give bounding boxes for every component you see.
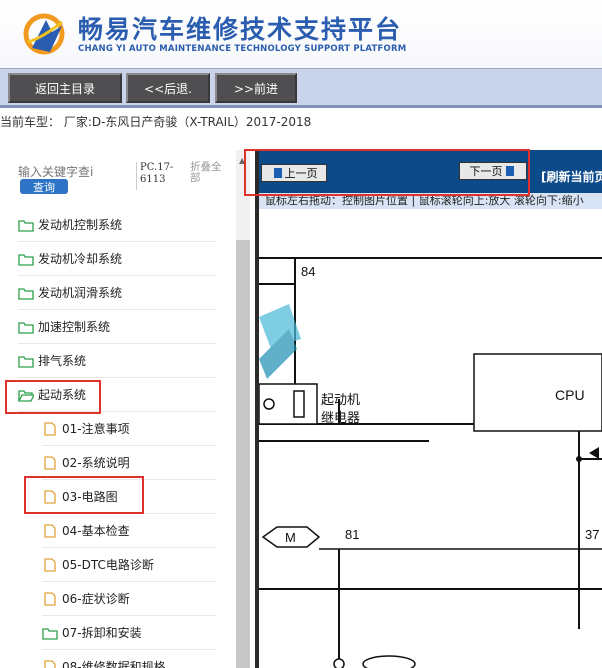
current-model-label: 当前车型： 厂家:D-东风日产奇骏（X-TRAIL）2017-2018 <box>0 115 312 129</box>
logo-icon <box>23 13 65 55</box>
document-icon <box>44 489 56 504</box>
folder-icon <box>18 355 34 368</box>
tree-child-label: 05-DTC电路诊断 <box>62 558 154 572</box>
tree-child-dtc-diagnosis[interactable]: 05-DTC电路诊断 <box>42 548 216 582</box>
tree-item-starting-system[interactable]: 起动系统 <box>18 378 216 412</box>
relay-label: 继电器 <box>321 411 360 426</box>
tree-item-label: 发动机控制系统 <box>38 218 123 232</box>
folder-icon <box>18 253 34 266</box>
tree-child-basic-inspection[interactable]: 04-基本检查 <box>42 514 216 548</box>
tree-item-engine-cooling[interactable]: 发动机冷却系统 <box>18 242 216 276</box>
wire-label: 84 <box>301 264 315 279</box>
app-header: 畅易汽车维修技术支持平台 CHANG YI AUTO MAINTENANCE T… <box>0 0 602 68</box>
refresh-page-button[interactable]: [刷新当前页 <box>541 168 602 185</box>
tree-child-label: 04-基本检查 <box>62 524 130 538</box>
relay-box <box>259 383 318 425</box>
tree-child-label: 02-系统说明 <box>62 456 130 470</box>
tree-child-system-description[interactable]: 02-系统说明 <box>42 446 216 480</box>
wire-label: 81 <box>345 527 359 542</box>
tree-child-label: 07-拆卸和安装 <box>62 626 142 640</box>
tree-item-label: 排气系统 <box>38 354 87 368</box>
arrow-right-icon <box>505 166 514 176</box>
folder-icon <box>42 627 58 640</box>
tree-child-precautions[interactable]: 01-注意事项 <box>42 412 216 446</box>
document-icon <box>44 421 56 436</box>
tree-child-label: 08-维修数据和规格 <box>62 660 166 668</box>
back-button[interactable]: <<后退. <box>126 73 210 103</box>
tree-child-symptom-diagnosis[interactable]: 06-症状诊断 <box>42 582 216 616</box>
document-icon <box>44 557 56 572</box>
document-icon <box>44 591 56 606</box>
brand-title: 畅易汽车维修技术支持平台 <box>78 15 403 44</box>
document-icon <box>44 523 56 538</box>
viewer-navigation-bar: 上一页 下一页 [刷新当前页 <box>259 150 602 193</box>
connector-label: M <box>285 530 296 545</box>
search-button[interactable]: 查询 <box>20 179 68 194</box>
folder-icon <box>18 219 34 232</box>
tree-item-label: 发动机冷却系统 <box>38 252 123 266</box>
folder-icon <box>18 321 34 334</box>
tree-child-removal-installation[interactable]: 07-拆卸和安装 <box>42 616 216 650</box>
tree-item-exhaust[interactable]: 排气系统 <box>18 344 216 378</box>
tree-item-engine-control[interactable]: 发动机控制系统 <box>18 208 216 242</box>
prev-page-label: 上一页 <box>284 167 318 180</box>
folder-icon <box>18 287 34 300</box>
tree-child-wiring-diagram[interactable]: 03-电路图 <box>42 480 216 514</box>
tree-child-label: 06-症状诊断 <box>62 592 130 606</box>
brand-subtitle: CHANG YI AUTO MAINTENANCE TECHNOLOGY SUP… <box>78 44 407 54</box>
back-to-main-button[interactable]: 返回主目录 <box>8 73 122 103</box>
collapse-all-button[interactable]: 折叠全部 <box>190 162 230 184</box>
tree-item-accelerator-control[interactable]: 加速控制系统 <box>18 310 216 344</box>
forward-button[interactable]: >>前进 <box>215 73 297 103</box>
document-icon <box>44 455 56 470</box>
pc-label: PC.17-6113 <box>140 162 174 185</box>
scroll-up-icon[interactable]: ▲ <box>239 156 245 165</box>
tree-child-label: 03-电路图 <box>62 490 118 504</box>
next-page-label: 下一页 <box>469 165 503 178</box>
divider <box>136 162 137 190</box>
prev-page-button[interactable]: 上一页 <box>261 164 327 182</box>
tree-item-engine-lubrication[interactable]: 发动机润滑系统 <box>18 276 216 310</box>
arrow-left-icon <box>273 168 282 178</box>
tree-item-label: 发动机润滑系统 <box>38 286 123 300</box>
cpu-label: CPU <box>555 387 585 403</box>
document-icon <box>44 659 56 668</box>
toolbar: 返回主目录 <<后退. >>前进 <box>0 68 602 108</box>
folder-open-icon <box>18 389 34 402</box>
diagram-viewer: 上一页 下一页 [刷新当前页 鼠标左右拖动：控制图片位置 | 鼠标滚轮向上:放大… <box>255 150 602 668</box>
wiring-diagram[interactable]: 84 起动机 继电器 CPU M 81 37 <box>259 209 602 668</box>
next-page-button[interactable]: 下一页 <box>459 162 527 180</box>
tree-child-label: 01-注意事项 <box>62 422 130 436</box>
viewer-hint: 鼠标左右拖动：控制图片位置 | 鼠标滚轮向上:放大 滚轮向下:缩小 <box>259 193 602 209</box>
tree-child-service-data[interactable]: 08-维修数据和规格 <box>42 650 216 668</box>
left-panel: 查询 PC.17-6113 折叠全部 发动机控制系统 发动机冷却系统 发动机润滑… <box>0 150 250 668</box>
tree-item-label: 起动系统 <box>38 388 87 402</box>
tree-scrollbar-thumb[interactable] <box>236 240 250 668</box>
tree-item-label: 加速控制系统 <box>38 320 111 334</box>
wire-label: 37 <box>585 527 599 542</box>
relay-label: 起动机 <box>321 393 360 408</box>
